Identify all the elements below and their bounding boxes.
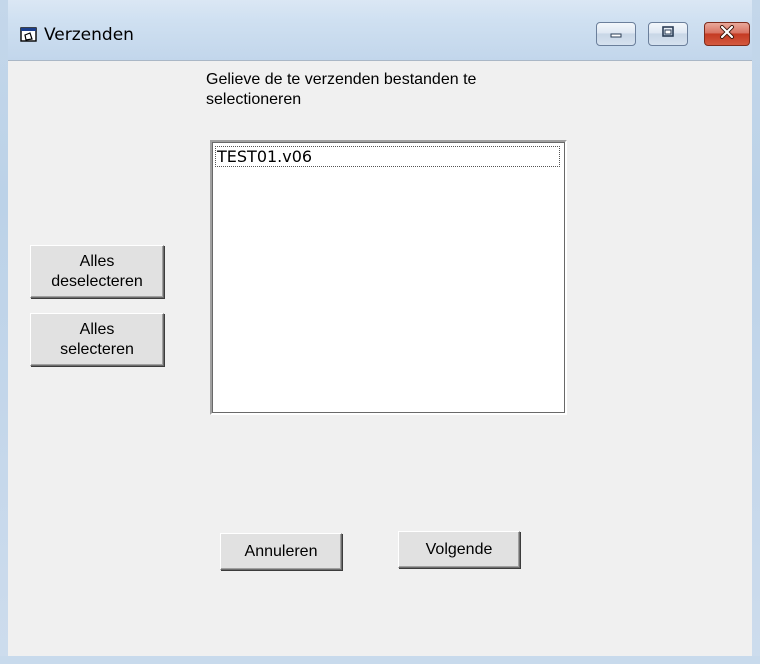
form-window-icon (20, 27, 38, 43)
verzenden-window: Verzenden Gelieve de te verzenden bestan… (0, 0, 760, 664)
window-frame-bottom (0, 656, 760, 664)
close-icon (719, 24, 735, 44)
deselect-all-button[interactable]: Alles deselecteren (30, 245, 164, 298)
window-title: Verzenden (44, 25, 134, 45)
instruction-label: Gelieve de te verzenden bestanden te sel… (206, 71, 477, 108)
window-frame-right (752, 0, 760, 664)
cancel-label: Annuleren (244, 542, 318, 560)
list-item[interactable]: TEST01.v06 (215, 146, 560, 167)
minimize-icon (609, 25, 623, 43)
minimize-button[interactable] (596, 22, 636, 46)
next-label: Volgende (425, 540, 493, 558)
close-button[interactable] (704, 22, 750, 46)
title-bar[interactable]: Verzenden (0, 0, 760, 60)
next-button[interactable]: Volgende (398, 531, 520, 568)
deselect-all-label: Alles deselecteren (51, 252, 143, 290)
cancel-button[interactable]: Annuleren (220, 533, 342, 570)
select-all-label: Alles selecteren (60, 320, 134, 358)
maximize-button[interactable] (648, 22, 688, 46)
select-all-button[interactable]: Alles selecteren (30, 313, 164, 366)
file-listbox[interactable]: TEST01.v06 (210, 140, 567, 415)
window-frame-left (0, 0, 8, 664)
maximize-icon (661, 25, 675, 43)
